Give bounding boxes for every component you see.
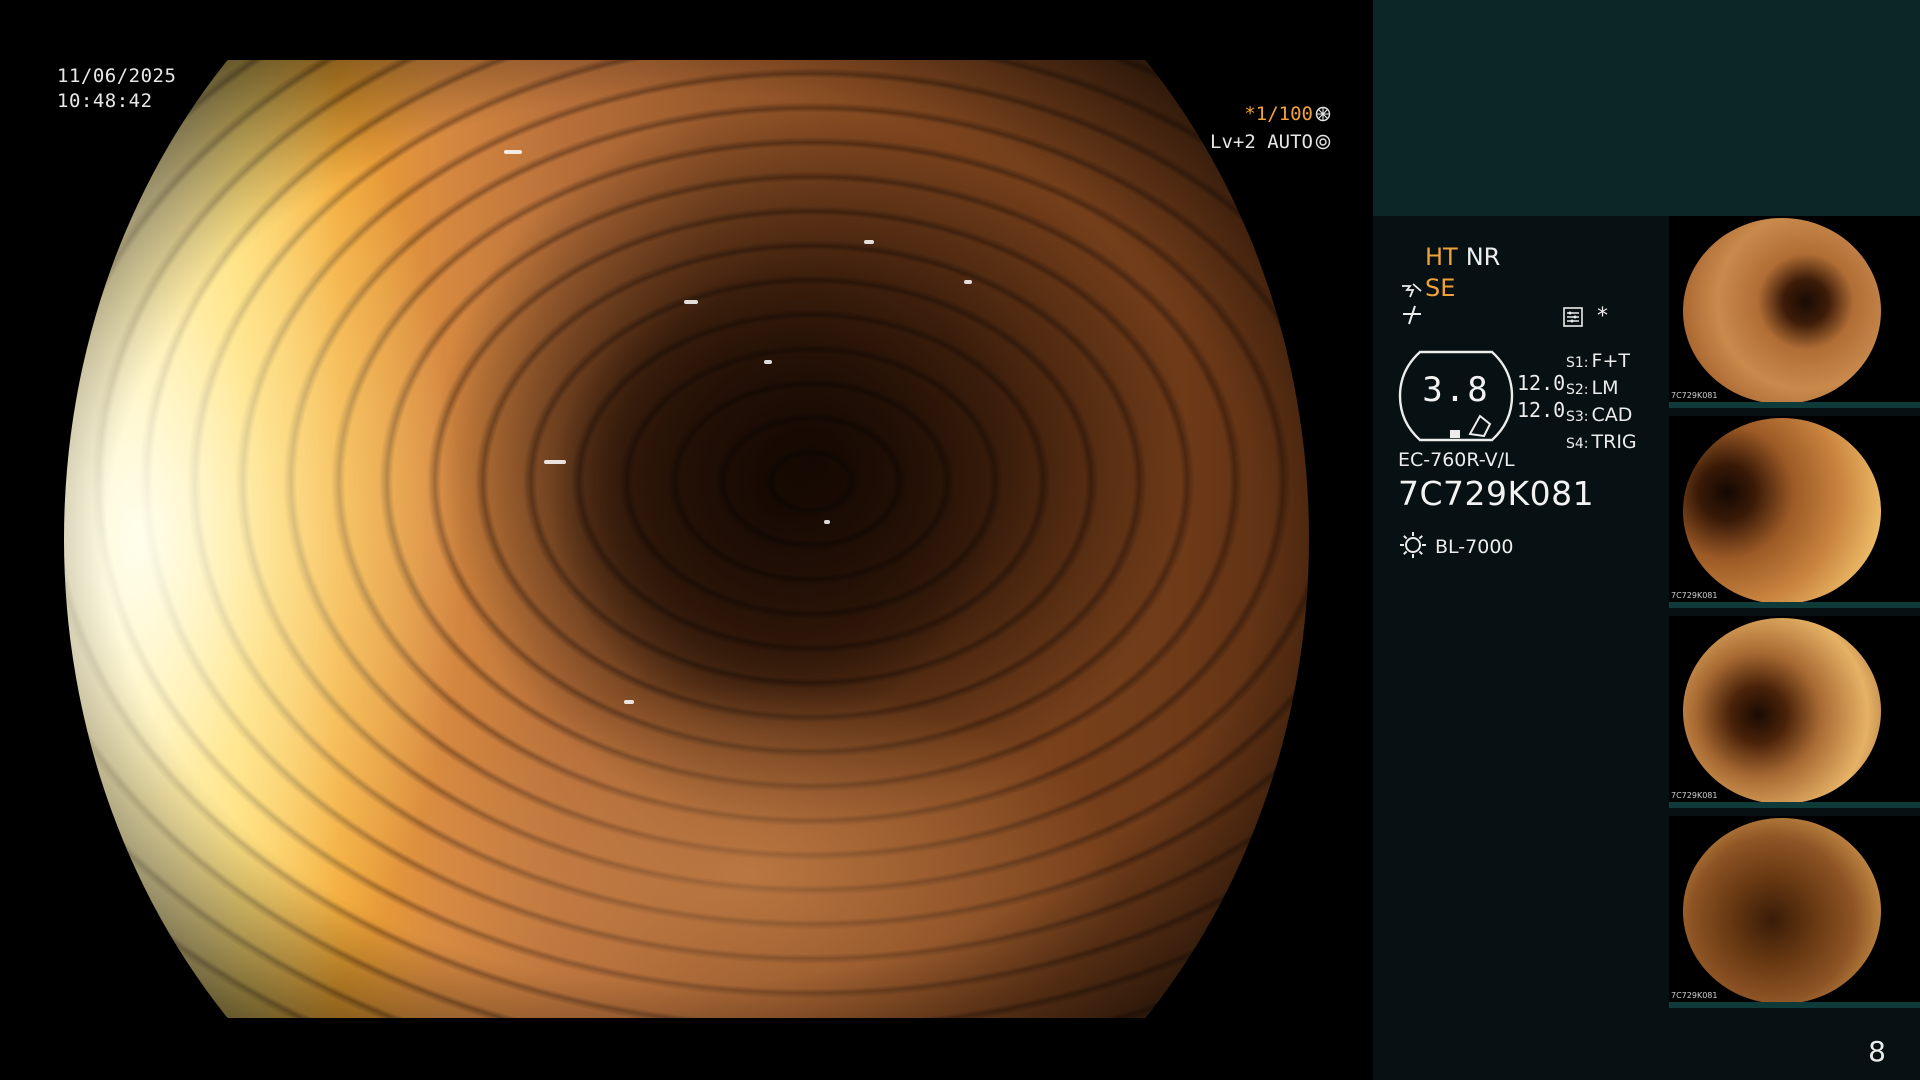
mode-ht: HT xyxy=(1425,243,1458,271)
light-source: BL-7000 xyxy=(1399,531,1514,559)
switch-s1: S1: F+T xyxy=(1566,350,1630,372)
captured-image-thumbnail-4[interactable]: 7C729K081 xyxy=(1669,816,1920,1008)
shutter-text: *1/100 xyxy=(1244,103,1313,125)
iris-level-text: Lv+2 AUTO xyxy=(1210,131,1313,153)
info-panel-header-area xyxy=(1373,0,1920,216)
settings-menu-icon xyxy=(1563,307,1583,327)
captured-image-thumbnail-1[interactable]: 7C729K081 xyxy=(1669,216,1920,408)
light-source-text: BL-7000 xyxy=(1435,536,1514,558)
magnification-value: 3.8 xyxy=(1422,370,1490,410)
zoom-icon xyxy=(1403,305,1421,325)
gain-values: 12.0 12.0 xyxy=(1517,370,1565,424)
switch-s2: S2: LM xyxy=(1566,377,1619,399)
iris-icon xyxy=(1315,134,1331,150)
scope-switch-assignments: S1: F+T S2: LM S3: CAD S4: TRIG xyxy=(1566,349,1637,457)
scope-model: EC-760R-V/L xyxy=(1398,449,1515,471)
light-source-icon xyxy=(1400,532,1426,558)
star-indicator: * xyxy=(1597,304,1608,329)
se-label: SE xyxy=(1425,274,1456,302)
colon-lumen-image xyxy=(64,60,1309,1018)
main-endoscope-view: 11/06/2025 10:48:42 *1/100 Lv+2 AUTO xyxy=(0,0,1373,1080)
thumbnail-label: 7C729K081 xyxy=(1671,991,1718,1000)
scope-serial-number: 7C729K081 xyxy=(1398,474,1595,513)
thumbnail-label: 7C729K081 xyxy=(1671,391,1718,400)
structure-enhancement: SE xyxy=(1401,274,1455,302)
captured-image-thumbnail-2[interactable]: 7C729K081 xyxy=(1669,416,1920,608)
thumbnail-label: 7C729K081 xyxy=(1671,791,1718,800)
shutter-icon xyxy=(1315,106,1331,122)
gain-value-2: 12.0 xyxy=(1517,398,1566,422)
info-panel: HT NR SE * 3.8 12.0 12.0 S1: F+T S2: LM S3:… xyxy=(1373,0,1920,1080)
shutter-speed: *1/100 xyxy=(1210,100,1331,128)
date-time-display: 11/06/2025 10:48:42 xyxy=(57,64,176,114)
switch-s3: S3: CAD xyxy=(1566,404,1633,426)
page-number: 8 xyxy=(1868,1035,1886,1068)
endoscopy-monitor: 11/06/2025 10:48:42 *1/100 Lv+2 AUTO HT N… xyxy=(0,0,1920,1080)
thumbnail-label: 7C729K081 xyxy=(1671,591,1718,600)
captured-images-strip: 7C729K081 7C729K081 7C729K081 7C729K081 xyxy=(1669,216,1920,1016)
enhancement-icon xyxy=(1402,283,1422,298)
switch-s4: S4: TRIG xyxy=(1566,431,1637,453)
processing-modes: HT NR xyxy=(1425,243,1500,271)
time-text: 10:48:42 xyxy=(57,90,153,112)
gain-value-1: 12.0 xyxy=(1517,371,1566,395)
mode-nr: NR xyxy=(1465,243,1501,271)
date-text: 11/06/2025 xyxy=(57,65,177,87)
exposure-settings: *1/100 Lv+2 AUTO xyxy=(1210,100,1331,156)
captured-image-thumbnail-3[interactable]: 7C729K081 xyxy=(1669,616,1920,808)
iris-level: Lv+2 AUTO xyxy=(1210,128,1331,156)
